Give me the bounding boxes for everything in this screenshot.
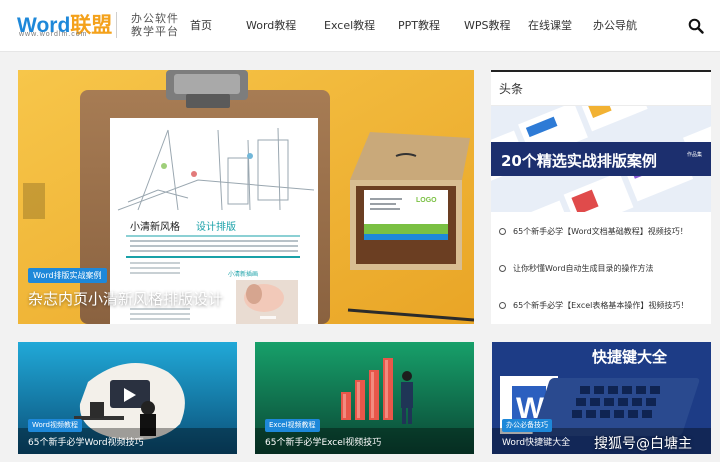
card-excel-tag[interactable]: Excel视频教程 [265, 419, 320, 432]
headlines-panel: 头条 20个精选实战排版案例 作品集 65个新手必学【Word文档基础教程】视频… [491, 70, 711, 324]
headline-item-1[interactable]: 65个新手必学【Word文档基础教程】视频技巧！ [499, 225, 709, 239]
nav-item-excel[interactable]: Excel教程 [324, 0, 388, 52]
card-logo-text: LOGO [416, 197, 437, 204]
search-icon[interactable] [688, 18, 704, 34]
site-slogan: 办公软件 教学平台 [131, 12, 179, 38]
card-word-video[interactable]: Word视频教程 65个新手必学Word视频技巧 [18, 342, 237, 454]
bullet-icon [499, 265, 506, 272]
card-word-title[interactable]: 65个新手必学Word视频技巧 [28, 435, 144, 448]
logo-url: www.wordlm.com [19, 31, 88, 38]
headlines-banner-image: 20个精选实战排版案例 作品集 [491, 106, 711, 212]
nav-item-office-nav[interactable]: 办公导航 [593, 0, 648, 52]
nav-item-online-class[interactable]: 在线课堂 [528, 0, 583, 52]
banner-side-text: 作品集 [687, 151, 702, 158]
hero-image: 小清新风格 设计排版 小清新插画 LOGO [18, 70, 474, 324]
nav-item-home[interactable]: 首页 [190, 0, 236, 52]
site-logo[interactable]: Word联盟 www.wordlm.com [17, 9, 112, 39]
hero-carousel[interactable]: 小清新风格 设计排版 小清新插画 LOGO Word排版实战案例 杂志内页小清新… [18, 70, 474, 324]
site-header: Word联盟 www.wordlm.com 办公软件 教学平台 首页 Word教… [0, 0, 720, 52]
bullet-icon [499, 302, 506, 309]
carousel-prev-button[interactable] [23, 183, 45, 219]
banner-text: 20个精选实战排版案例 [501, 152, 657, 170]
headline-text-2[interactable]: 让你秒懂Word自动生成目录的操作方法 [513, 262, 654, 276]
hero-title[interactable]: 杂志内页小清新风格排版设计 [28, 288, 223, 309]
card-shortcuts-tag[interactable]: 办公必备技巧 [502, 419, 552, 432]
carousel-indicator[interactable] [260, 316, 276, 319]
card-shortcuts-banner: 快捷键大全 [592, 348, 668, 366]
nav-item-wps[interactable]: WPS教程 [464, 0, 522, 52]
headline-item-2[interactable]: 让你秒懂Word自动生成目录的操作方法 [499, 262, 709, 276]
bullet-icon [499, 228, 506, 235]
slogan-line-1: 办公软件 [131, 12, 179, 25]
header-divider [116, 12, 117, 38]
headlines-title: 头条 [499, 82, 524, 96]
poster-heading-accent: 设计排版 [196, 220, 236, 233]
headline-text-1[interactable]: 65个新手必学【Word文档基础教程】视频技巧！ [513, 225, 688, 239]
card-word-tag[interactable]: Word视频教程 [28, 419, 82, 432]
card-excel-title[interactable]: 65个新手必学Excel视频技巧 [265, 435, 381, 448]
nav-item-word[interactable]: Word教程 [246, 0, 314, 52]
headline-item-3[interactable]: 65个新手必学【Excel表格基本操作】视频技巧！ [499, 299, 709, 313]
headline-text-3[interactable]: 65个新手必学【Excel表格基本操作】视频技巧！ [513, 299, 688, 313]
headlines-banner[interactable]: 20个精选实战排版案例 作品集 [491, 106, 711, 212]
poster-heading: 小清新风格 [130, 220, 180, 233]
watermark: 搜狐号@白塘主 [594, 436, 692, 452]
slogan-line-2: 教学平台 [131, 25, 179, 38]
card-shortcuts-title[interactable]: Word快捷键大全 [502, 435, 570, 448]
poster-sub: 小清新插画 [228, 270, 258, 278]
nav-item-ppt[interactable]: PPT教程 [398, 0, 454, 52]
main-nav: 首页 Word教程 Excel教程 PPT教程 WPS教程 在线课堂 办公导航 [190, 0, 648, 52]
hero-category-tag[interactable]: Word排版实战案例 [28, 268, 107, 283]
card-excel-video[interactable]: Excel视频教程 65个新手必学Excel视频技巧 [255, 342, 474, 454]
